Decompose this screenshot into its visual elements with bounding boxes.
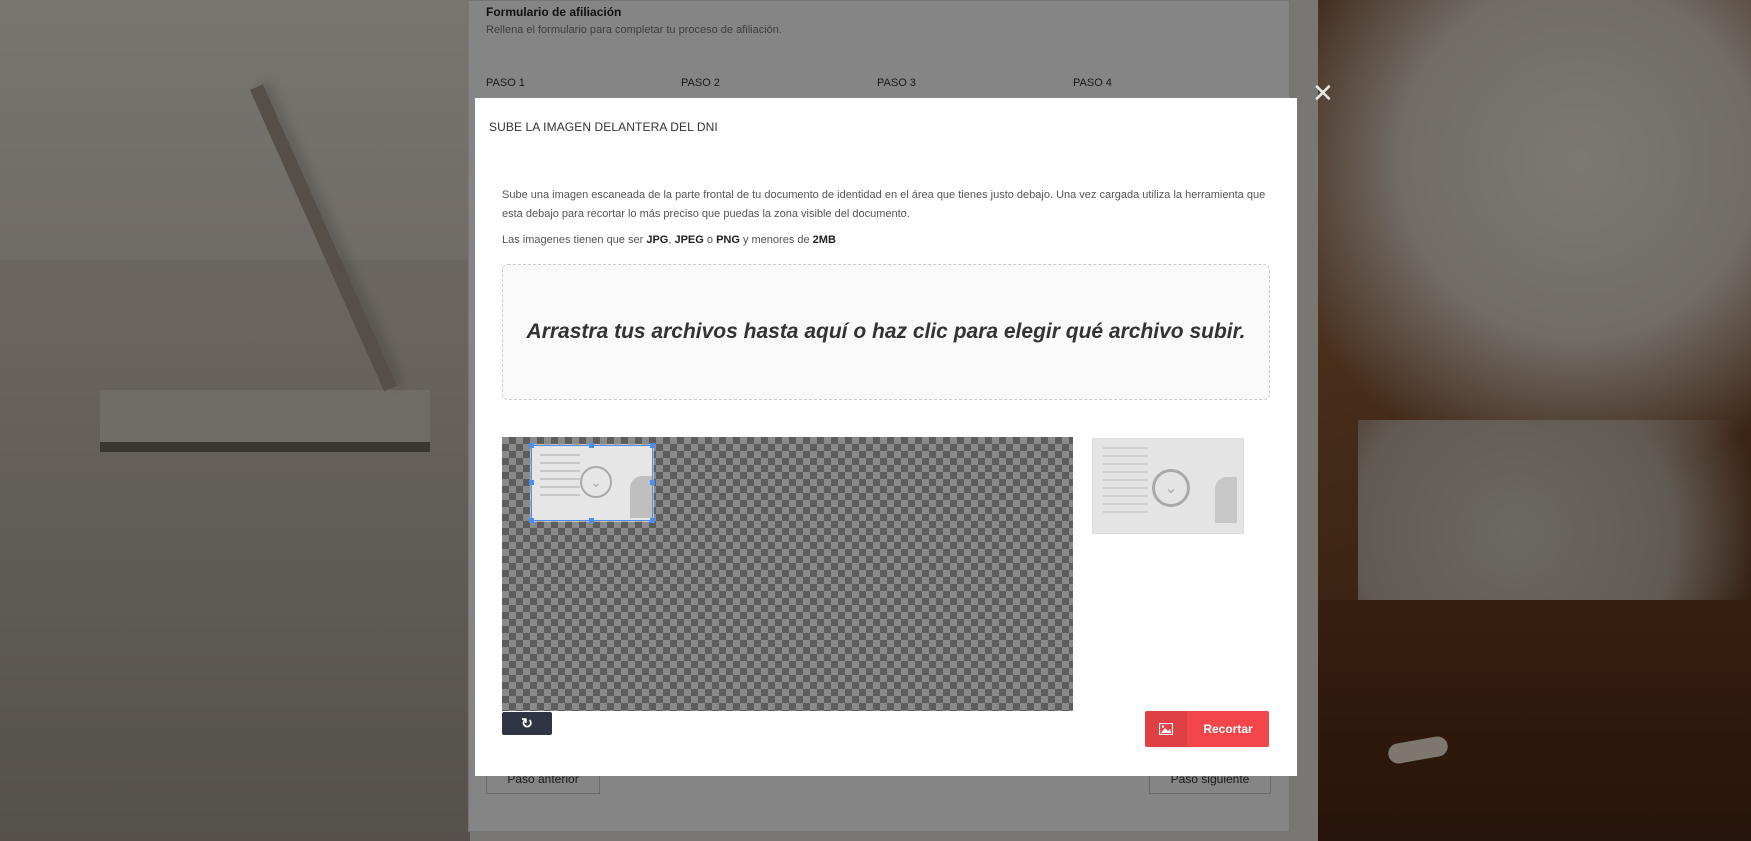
crop-handle-n[interactable]	[589, 443, 594, 448]
crop-selection-box[interactable]: ⌄	[529, 443, 655, 523]
chevron-down-icon: ⌄	[580, 466, 612, 498]
preview-text-lines	[1103, 447, 1148, 517]
modal-title: SUBE LA IMAGEN DELANTERA DEL DNI	[489, 120, 718, 134]
upload-dni-modal: SUBE LA IMAGEN DELANTERA DEL DNI Sube un…	[475, 98, 1297, 776]
file-dropzone[interactable]: Arrastra tus archivos hasta aquí o haz c…	[502, 264, 1270, 400]
file-requirements: Las imagenes tienen que ser JPG, JPEG o …	[502, 234, 836, 246]
format-png: PNG	[716, 234, 740, 246]
format-jpg: JPG	[646, 234, 669, 246]
crop-handle-nw[interactable]	[529, 443, 534, 448]
requirements-prefix: Las imagenes tienen que ser	[502, 234, 644, 246]
crop-preview: ⌄	[1092, 438, 1244, 534]
crop-handle-s[interactable]	[589, 518, 594, 523]
document-text-lines	[540, 454, 580, 498]
crop-handle-sw[interactable]	[529, 518, 534, 523]
image-icon	[1145, 711, 1187, 747]
modal-description: Sube una imagen escaneada de la parte fr…	[502, 189, 1266, 220]
reset-crop-button[interactable]: ↻	[502, 712, 552, 735]
chevron-down-icon: ⌄	[1152, 469, 1190, 507]
max-size: 2MB	[812, 234, 836, 246]
crop-handle-e[interactable]	[650, 480, 655, 485]
image-cropper[interactable]: ⌄	[502, 437, 1073, 711]
crop-handle-se[interactable]	[650, 518, 655, 523]
format-jpeg: JPEG	[674, 234, 704, 246]
close-icon[interactable]: ✕	[1312, 80, 1334, 106]
dropzone-text: Arrastra tus archivos hasta aquí o haz c…	[526, 320, 1246, 343]
preview-photo	[1215, 477, 1237, 523]
crop-handle-ne[interactable]	[650, 443, 655, 448]
refresh-icon: ↻	[521, 715, 533, 731]
crop-button[interactable]: Recortar	[1145, 711, 1269, 747]
size-prefix: y menores de	[739, 234, 813, 246]
crop-button-label: Recortar	[1203, 722, 1253, 736]
document-photo	[630, 476, 652, 518]
crop-handle-w[interactable]	[529, 480, 534, 485]
format-separator-or: o	[703, 234, 717, 246]
